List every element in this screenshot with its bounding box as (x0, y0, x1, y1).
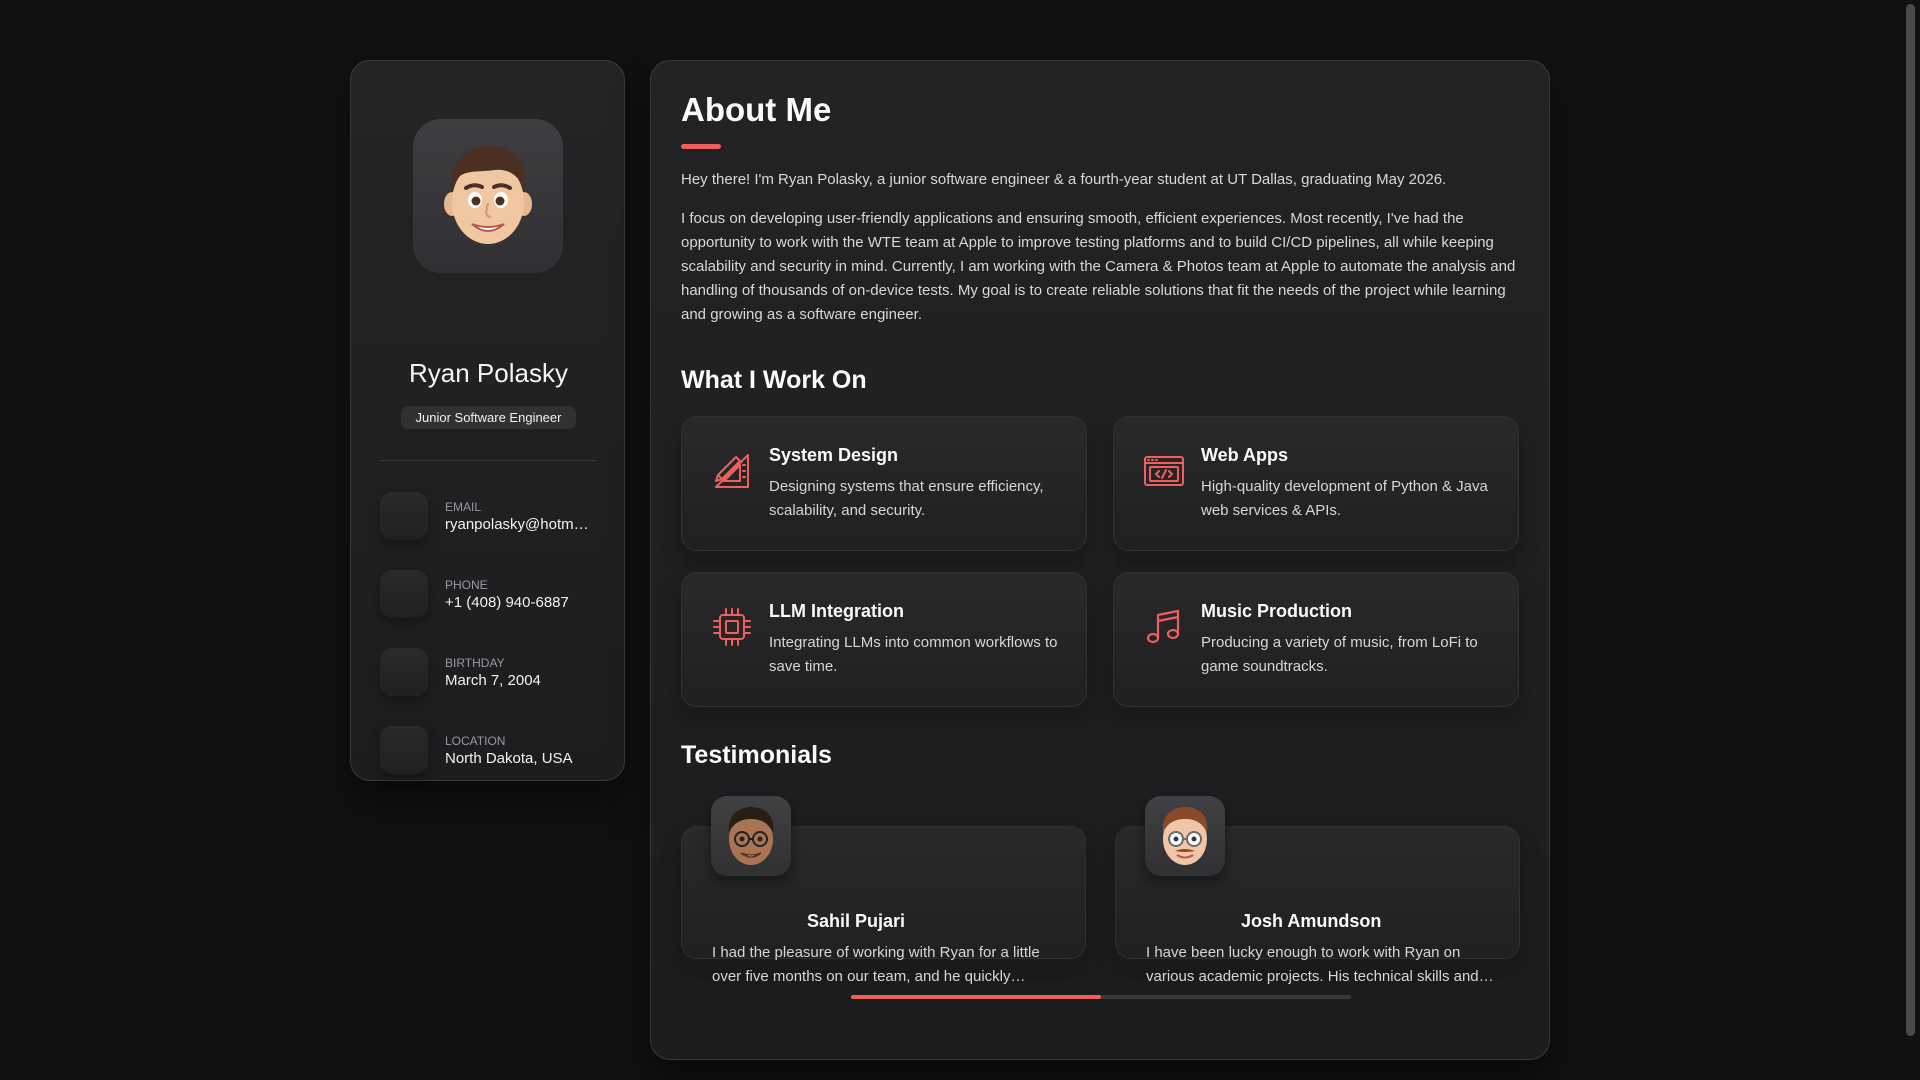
location-icon (380, 726, 428, 774)
service-title: Web Apps (1201, 445, 1289, 465)
scrollbar[interactable] (1902, 0, 1920, 1080)
service-description: Producing a variety of music, from LoFi … (1201, 634, 1478, 675)
service-title: System Design (769, 445, 899, 465)
memoji-avatar-icon (1162, 807, 1208, 865)
profile-sidebar: Ryan Polasky Junior Software Engineer Em… (350, 60, 625, 781)
testimonial-text: I have been lucky enough to work with Ry… (1146, 944, 1479, 985)
chip-icon (713, 608, 751, 646)
service-description: Designing systems that ensure efficiency… (769, 478, 1044, 519)
contact-label: Email (445, 500, 482, 514)
contact-label: Phone (445, 578, 488, 592)
birthday-value: March 7, 2004 (445, 672, 541, 689)
memoji-avatar-icon (444, 146, 532, 244)
profile-avatar (413, 119, 563, 273)
page-title: About Me (681, 91, 832, 128)
phone-link[interactable]: +1 (408) 940-6887 (445, 594, 595, 611)
email-link[interactable]: ryanpolasky@hotmail.com (445, 516, 595, 533)
testimonials-heading: Testimonials (681, 741, 832, 769)
contact-location: Location North Dakota, USA (380, 726, 600, 776)
service-card-llm: LLM Integration Integrating LLMs into co… (681, 572, 1087, 707)
services-heading: What I Work On (681, 366, 867, 394)
contact-phone: Phone +1 (408) 940-6887 (380, 570, 600, 620)
service-card-web-apps: Web Apps High-quality development of Pyt… (1113, 416, 1519, 551)
calendar-icon (380, 648, 428, 696)
testimonial-name: Josh Amundson (1241, 911, 1382, 931)
testimonial-avatar (711, 796, 791, 876)
service-title: Music Production (1201, 601, 1353, 621)
design-tools-icon (715, 454, 749, 488)
music-note-icon (1146, 609, 1180, 644)
contact-label: Location (445, 734, 506, 748)
service-description: Integrating LLMs into common workflows t… (769, 634, 1058, 675)
sidebar-divider (380, 460, 596, 461)
phone-icon (380, 570, 428, 618)
scrollbar-thumb[interactable] (1906, 4, 1915, 1036)
location-value: North Dakota, USA (445, 750, 573, 767)
testimonial-name: Sahil Pujari (807, 911, 906, 931)
memoji-avatar-icon (728, 807, 774, 865)
mail-icon (380, 492, 428, 540)
about-paragraph: Hey there! I'm Ryan Polasky, a junior so… (681, 171, 1447, 188)
about-paragraph: I focus on developing user-friendly appl… (681, 210, 1516, 323)
service-title: LLM Integration (769, 601, 904, 621)
service-card-system-design: System Design Designing systems that ens… (681, 416, 1087, 551)
job-title-badge: Junior Software Engineer (401, 406, 576, 429)
contact-birthday: Birthday March 7, 2004 (380, 648, 600, 698)
code-window-icon (1144, 456, 1184, 486)
contact-email: Email ryanpolasky@hotmail.com (380, 492, 600, 542)
testimonial-carousel-scrollbar[interactable] (851, 995, 1351, 999)
testimonial-text: I had the pleasure of working with Ryan … (712, 944, 1040, 985)
title-underline (681, 144, 721, 149)
carousel-progress (851, 995, 1101, 999)
service-description: High-quality development of Python & Jav… (1201, 478, 1488, 519)
testimonial-avatar (1145, 796, 1225, 876)
about-panel: About Me Hey there! I'm Ryan Polasky, a … (650, 60, 1550, 1060)
profile-name: Ryan Polasky (409, 358, 568, 388)
contact-label: Birthday (445, 656, 505, 670)
service-card-music: Music Production Producing a variety of … (1113, 572, 1519, 707)
